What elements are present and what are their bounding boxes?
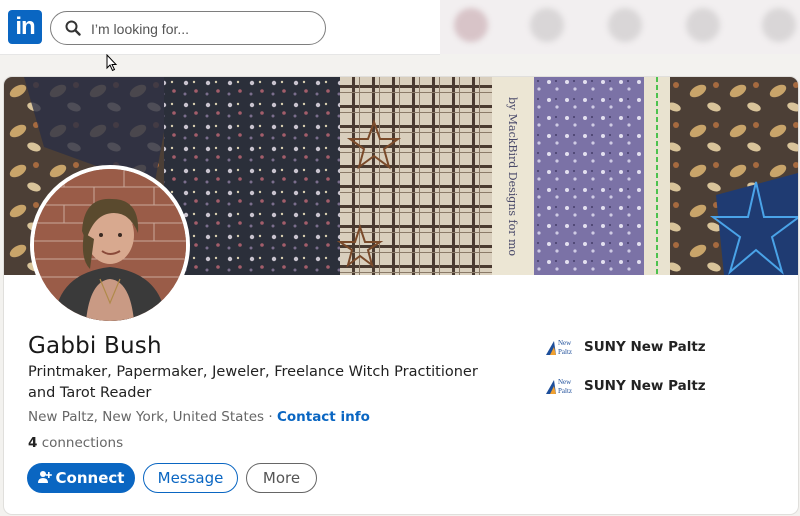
logo-text-paltz: Paltz [558, 348, 572, 356]
education-item[interactable]: New Paltz SUNY New Paltz [544, 336, 706, 358]
logo-text-new: New [558, 378, 572, 386]
new-paltz-logo-icon: New Paltz [546, 339, 572, 356]
logo-text-new: New [558, 339, 572, 347]
profile-photo[interactable] [30, 165, 190, 325]
profile-name: Gabbi Bush [28, 333, 162, 359]
connections-line[interactable]: 4 connections [28, 435, 123, 451]
logo-text-paltz: Paltz [558, 387, 572, 395]
education-item[interactable]: New Paltz SUNY New Paltz [544, 375, 706, 397]
profile-card: by MackBird Designs for mo Gabbi Bush Pr… [4, 77, 798, 514]
separator-dot: · [264, 409, 277, 425]
profile-headline: Printmaker, Papermaker, Jeweler, Freelan… [28, 364, 478, 401]
connect-label: Connect [55, 469, 125, 487]
profile-location: New Paltz, New York, United States [28, 409, 265, 425]
add-person-icon [37, 471, 52, 483]
connections-label: connections [37, 435, 124, 451]
search-input[interactable] [89, 17, 313, 41]
education-name: SUNY New Paltz [584, 378, 706, 394]
profile-location-line: New Paltz, New York, United States · Con… [28, 409, 370, 425]
person-avatar-image [34, 169, 186, 321]
connections-count: 4 [28, 435, 38, 451]
svg-text:by MackBird Designs for mo: by MackBird Designs for mo [506, 97, 519, 256]
contact-info-link[interactable]: Contact info [277, 409, 370, 425]
new-paltz-logo-icon: New Paltz [546, 378, 572, 395]
linkedin-logo[interactable]: in [8, 10, 42, 44]
connect-button[interactable]: Connect [27, 463, 135, 493]
search-icon [65, 20, 81, 36]
mouse-cursor-icon [106, 54, 118, 72]
nav-icons-blurred [440, 0, 800, 54]
more-button[interactable]: More [246, 463, 317, 493]
top-nav: in [0, 0, 440, 55]
message-button[interactable]: Message [143, 463, 238, 493]
education-name: SUNY New Paltz [584, 339, 706, 355]
search-bar[interactable] [50, 11, 326, 45]
